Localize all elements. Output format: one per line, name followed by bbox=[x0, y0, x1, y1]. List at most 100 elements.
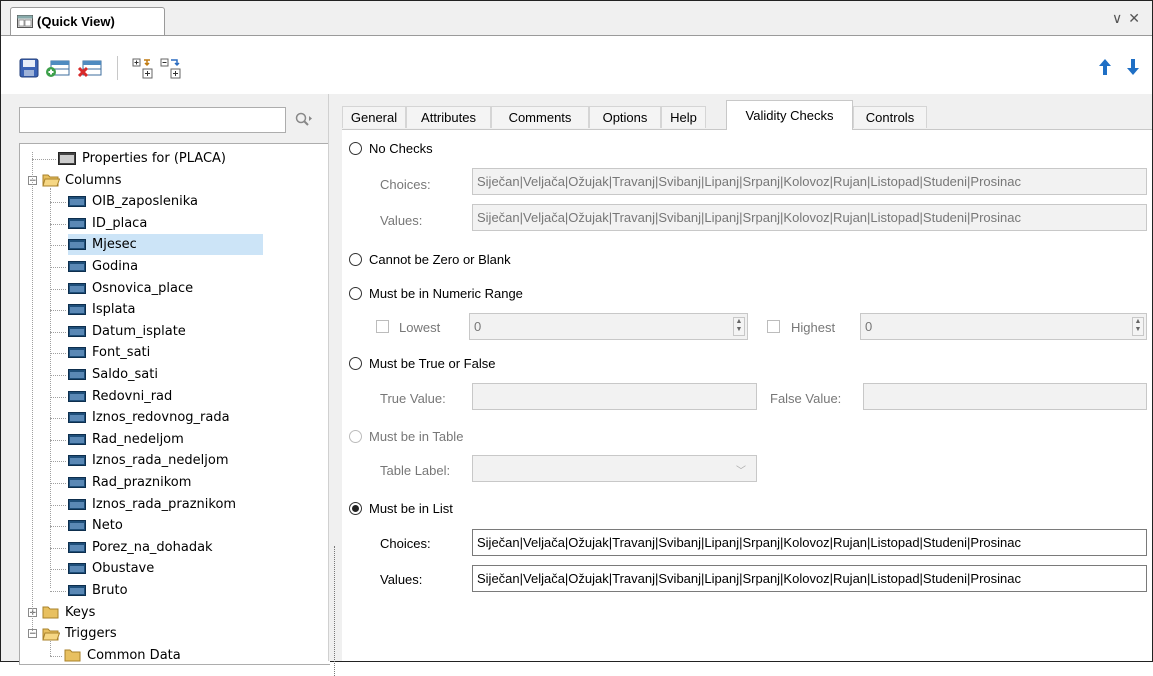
tree-item-column-label: ID_placa bbox=[92, 215, 148, 231]
window-tab[interactable]: (Quick View) bbox=[10, 7, 165, 35]
expand-all-icon[interactable] bbox=[132, 57, 154, 79]
false-value-label: False Value: bbox=[770, 390, 842, 406]
true-false-option[interactable]: Must be True or False bbox=[349, 353, 495, 373]
in-list-choices-field[interactable]: Siječan|Veljača|Ožujak|Travanj|Svibanj|L… bbox=[472, 529, 1147, 556]
not-zero-radio[interactable] bbox=[349, 252, 362, 266]
tree-item-column-label: Saldo_sati bbox=[92, 367, 158, 382]
highest-checkbox[interactable] bbox=[767, 320, 780, 333]
not-zero-option[interactable]: Cannot be Zero or Blank bbox=[349, 249, 511, 269]
move-down-icon[interactable] bbox=[1126, 58, 1140, 76]
no-checks-label: No Checks bbox=[369, 140, 433, 156]
tree-item-column-label: OIB_zaposlenika bbox=[92, 194, 198, 210]
tree-item-column-label: Bruto bbox=[92, 583, 128, 598]
lowest-label: Lowest bbox=[399, 319, 441, 335]
true-value-input[interactable] bbox=[472, 383, 757, 410]
in-list-radio[interactable] bbox=[349, 501, 362, 515]
tree-item-column-label: Datum_isplate bbox=[92, 323, 186, 339]
tab-options[interactable]: Options bbox=[589, 106, 661, 128]
tree-item-column-label: Porez_na_dohadak bbox=[92, 539, 213, 555]
lowest-input[interactable]: 0 ▲ ▼ bbox=[469, 313, 748, 340]
tab-help[interactable]: Help bbox=[661, 106, 706, 128]
tree-item-column-label: Iznos_rada_praznikom bbox=[92, 496, 237, 512]
tree-item-column[interactable]: Bruto bbox=[68, 580, 128, 601]
tree-item-column[interactable]: Rad_praznikom bbox=[68, 472, 191, 493]
in-list-label: Must be in List bbox=[369, 500, 453, 516]
in-table-radio[interactable] bbox=[349, 429, 362, 443]
highest-label: Highest bbox=[791, 319, 836, 335]
tree-item-column[interactable]: Rad_nedeljom bbox=[68, 429, 184, 450]
lowest-spinner-icon[interactable]: ▲ ▼ bbox=[733, 317, 745, 336]
no-checks-choices-label: Choices: bbox=[380, 176, 431, 192]
add-row-icon[interactable] bbox=[45, 58, 71, 78]
no-checks-radio[interactable] bbox=[349, 141, 362, 155]
collapse-icon[interactable]: ∨ bbox=[1112, 10, 1122, 27]
window-title: (Quick View) bbox=[37, 14, 115, 29]
tree-item-column[interactable]: Mjesec bbox=[68, 234, 263, 256]
tree-item-column-label: Obustave bbox=[92, 561, 155, 577]
tree-item-keys[interactable]: Keys bbox=[42, 602, 95, 623]
search-icon[interactable] bbox=[295, 112, 313, 128]
tree-item-column[interactable]: Isplata bbox=[68, 299, 136, 320]
tree-item-column[interactable]: Iznos_rada_praznikom bbox=[68, 494, 236, 515]
tree-item-column-label: Osnovica_place bbox=[92, 280, 194, 296]
no-checks-values-label: Values: bbox=[380, 212, 423, 228]
no-checks-choices-field[interactable]: Siječan|Veljača|Ožujak|Travanj|Svibanj|L… bbox=[472, 168, 1147, 195]
tab-general[interactable]: General bbox=[342, 106, 406, 128]
tree-item-column[interactable]: Saldo_sati bbox=[68, 364, 158, 385]
tree-item-common-data-label: Common Data bbox=[87, 647, 181, 663]
tree-item-columns[interactable]: Columns bbox=[42, 170, 122, 191]
tree-item-column[interactable]: OIB_zaposlenika bbox=[68, 191, 198, 212]
tree-item-column[interactable]: Osnovica_place bbox=[68, 278, 193, 299]
in-list-values-field[interactable]: Siječan|Veljača|Ožujak|Travanj|Svibanj|L… bbox=[472, 565, 1147, 592]
true-false-radio[interactable] bbox=[349, 356, 362, 370]
tree-item-column[interactable]: Font_sati bbox=[68, 342, 150, 363]
in-list-option[interactable]: Must be in List bbox=[349, 498, 453, 518]
chevron-down-icon[interactable]: ﹀ bbox=[736, 462, 746, 477]
highest-input[interactable]: 0 ▲ ▼ bbox=[860, 313, 1147, 340]
tree-item-properties-label: Properties for (PLACA) bbox=[82, 151, 226, 166]
splitter-grip[interactable] bbox=[334, 546, 337, 676]
tree-item-column[interactable]: ID_placa bbox=[68, 213, 147, 234]
panel-splitter[interactable] bbox=[328, 94, 343, 676]
tab-comments[interactable]: Comments bbox=[491, 106, 589, 128]
no-checks-option[interactable]: No Checks bbox=[349, 138, 433, 158]
tree-item-column[interactable]: Iznos_rada_nedeljom bbox=[68, 450, 228, 471]
lowest-checkbox[interactable] bbox=[376, 320, 389, 333]
tree-item-column[interactable]: Obustave bbox=[68, 558, 154, 579]
quick-view-window: (Quick View) ∨ ✕ Properties for (PLACA) … bbox=[0, 0, 1153, 676]
in-table-option[interactable]: Must be in Table bbox=[349, 426, 463, 446]
delete-row-icon[interactable] bbox=[77, 58, 103, 78]
highest-spinner-icon[interactable]: ▲ ▼ bbox=[1132, 317, 1144, 336]
tree-item-column-label: Rad_praznikom bbox=[92, 475, 192, 490]
tree-item-column[interactable]: Porez_na_dohadak bbox=[68, 537, 213, 558]
tree-item-columns-label: Columns bbox=[65, 172, 122, 188]
tree-item-column[interactable]: Redovni_rad bbox=[68, 386, 172, 407]
tree-item-column[interactable]: Iznos_redovnog_rada bbox=[68, 407, 230, 428]
numeric-range-option[interactable]: Must be in Numeric Range bbox=[349, 283, 523, 303]
tree-item-column-label: Redovni_rad bbox=[92, 388, 173, 404]
save-icon[interactable] bbox=[19, 58, 39, 78]
no-checks-values-field[interactable]: Siječan|Veljača|Ožujak|Travanj|Svibanj|L… bbox=[472, 204, 1147, 231]
tree-item-triggers-label: Triggers bbox=[65, 626, 117, 642]
collapse-all-icon[interactable] bbox=[160, 57, 182, 79]
close-icon[interactable]: ✕ bbox=[1128, 10, 1140, 27]
numeric-range-radio[interactable] bbox=[349, 286, 362, 300]
tree-item-triggers[interactable]: Triggers bbox=[42, 623, 117, 644]
tab-validity-checks[interactable]: Validity Checks bbox=[726, 100, 853, 130]
tab-attributes[interactable]: Attributes bbox=[406, 106, 491, 128]
tab-controls[interactable]: Controls bbox=[853, 106, 927, 128]
search-input[interactable] bbox=[19, 107, 286, 133]
tree-item-column[interactable]: Datum_isplate bbox=[68, 321, 186, 342]
table-label-select[interactable]: ﹀ bbox=[472, 455, 757, 482]
lowest-value: 0 bbox=[474, 319, 482, 334]
tree-item-column-label: Neto bbox=[92, 518, 123, 534]
right-panel: General Attributes Comments Options Help… bbox=[342, 94, 1152, 661]
in-table-label: Must be in Table bbox=[369, 428, 464, 444]
move-up-icon[interactable] bbox=[1098, 58, 1112, 76]
tree-item-column[interactable]: Neto bbox=[68, 515, 123, 536]
tree-item-column-label: Isplata bbox=[92, 302, 136, 318]
false-value-input[interactable] bbox=[863, 383, 1147, 410]
tree-item-column-label: Iznos_rada_nedeljom bbox=[92, 453, 229, 469]
tree-item-column[interactable]: Godina bbox=[68, 256, 138, 277]
tree-item-properties[interactable]: Properties for (PLACA) bbox=[58, 148, 226, 169]
